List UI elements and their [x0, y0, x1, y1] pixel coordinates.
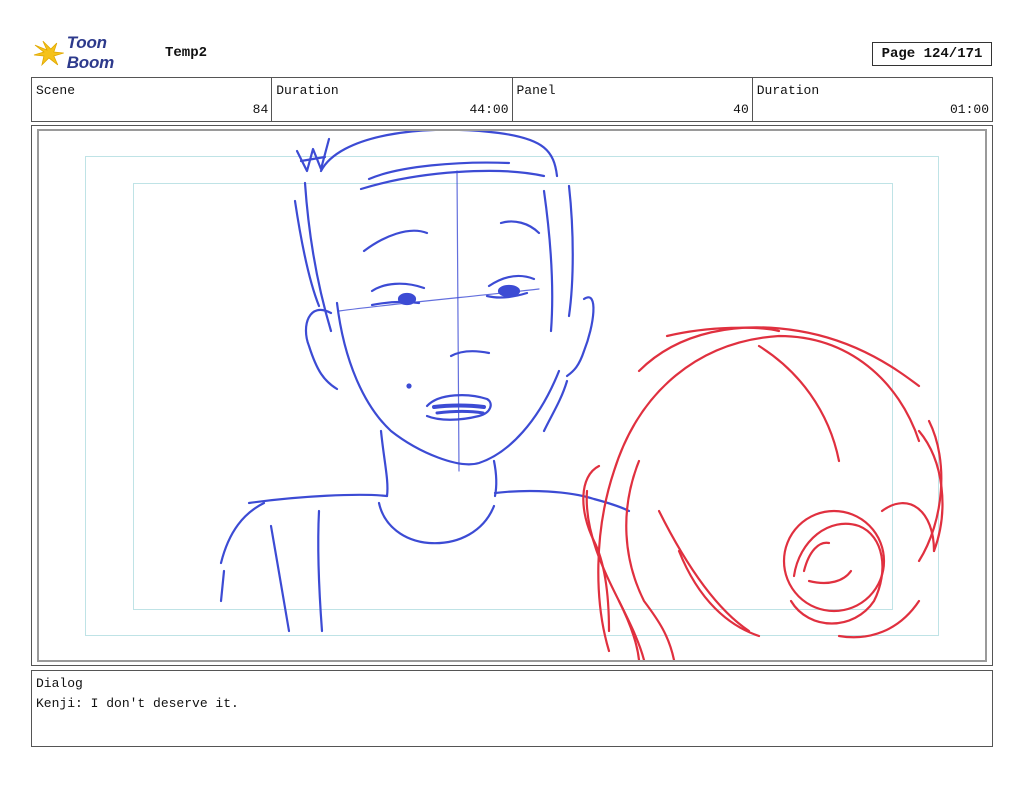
logo-text: Toon Boom [66, 33, 115, 72]
toon-boom-logo: Toon Boom [33, 33, 158, 72]
scene-duration-cell: Duration 44:00 [272, 78, 513, 121]
scene-duration-label: Duration [276, 83, 339, 98]
kenji-sketch [219, 131, 631, 633]
scene-label: Scene [36, 83, 76, 98]
dialog-line: Kenji: I don't deserve it. [36, 696, 239, 711]
panel-cell: Panel 40 [513, 78, 753, 121]
panel-value: 40 [733, 102, 749, 117]
panel-label: Panel [516, 83, 556, 98]
panel-duration-value: 01:00 [949, 102, 989, 117]
dialog-label: Dialog [36, 676, 83, 691]
scene-cell: Scene 84 [32, 78, 273, 121]
second-character-sketch [582, 326, 944, 660]
toon-boom-star-icon [33, 40, 64, 67]
dialog-box: Dialog Kenji: I don't deserve it. [31, 670, 993, 747]
scene-info-bar: Scene 84 Duration 44:00 Panel 40 Duratio… [31, 77, 993, 122]
panel-canvas [37, 129, 987, 662]
project-name: Temp2 [165, 45, 208, 61]
scene-value: 84 [252, 102, 269, 117]
panel-duration-cell: Duration 01:00 [753, 78, 992, 121]
storyboard-sketch [219, 131, 944, 660]
page-indicator: Page 124/171 [872, 42, 992, 66]
panel-duration-label: Duration [756, 83, 820, 98]
scene-duration-value: 44:00 [469, 102, 509, 117]
